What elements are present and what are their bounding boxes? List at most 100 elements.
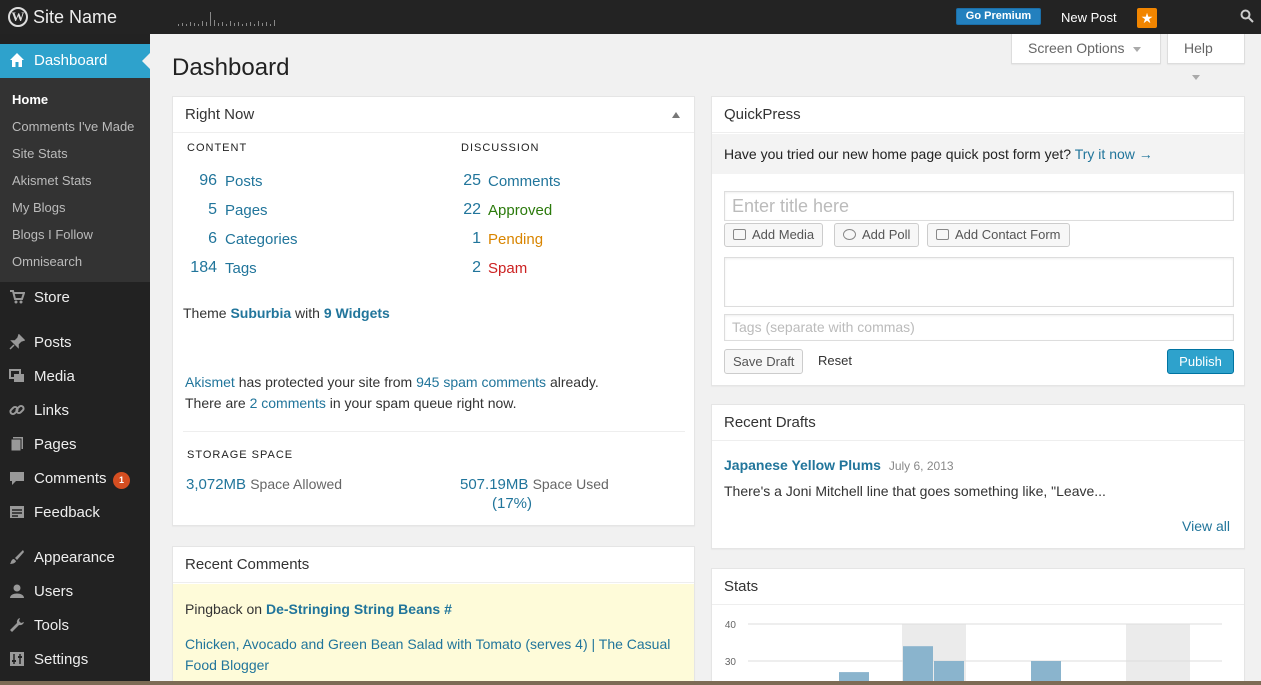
contact-form-icon xyxy=(936,229,949,240)
publish-button[interactable]: Publish xyxy=(1167,349,1234,374)
menu-links-label: Links xyxy=(34,402,70,419)
stats-chart: 40 30 xyxy=(725,620,1222,685)
menu-users[interactable]: Users xyxy=(0,575,150,609)
pending-count[interactable]: 1 xyxy=(441,230,481,248)
stats-bar[interactable] xyxy=(903,646,933,685)
akismet-link[interactable]: Akismet xyxy=(185,374,235,390)
recent-comments-header[interactable]: Recent Comments xyxy=(173,547,694,583)
comment-post-link[interactable]: De-Stringing String Beans # xyxy=(266,601,452,617)
submenu-site-stats[interactable]: Site Stats xyxy=(12,146,68,161)
draft-title-link[interactable]: Japanese Yellow Plums xyxy=(724,457,881,473)
submenu-blogs-follow[interactable]: Blogs I Follow xyxy=(12,227,93,242)
notifications-star-icon[interactable]: ★ xyxy=(1137,8,1157,28)
comments-count-badge: 1 xyxy=(113,472,130,489)
screen-options-button[interactable]: Screen Options xyxy=(1011,34,1161,64)
reset-button[interactable]: Reset xyxy=(818,353,852,368)
spam-count[interactable]: 2 xyxy=(441,259,481,277)
menu-media-label: Media xyxy=(34,368,75,385)
menu-posts[interactable]: Posts xyxy=(0,326,150,360)
paintbrush-icon xyxy=(10,550,24,564)
add-media-button[interactable]: Add Media xyxy=(724,223,824,247)
theme-with: with xyxy=(295,305,320,321)
menu-appearance-label: Appearance xyxy=(34,549,115,566)
admin-sidebar: Dashboard Home Comments I've Made Site S… xyxy=(0,34,150,685)
submenu-omnisearch[interactable]: Omnisearch xyxy=(12,254,82,269)
space-allowed-label: Space Allowed xyxy=(250,476,343,492)
right-now-header[interactable]: Right Now xyxy=(173,97,694,133)
posts-link[interactable]: Posts xyxy=(225,173,263,190)
pages-icon xyxy=(10,437,23,452)
menu-store-label: Store xyxy=(34,289,70,306)
add-contact-form-button[interactable]: Add Contact Form xyxy=(927,223,1070,247)
widgets-link[interactable]: 9 Widgets xyxy=(324,305,390,321)
quickpress-header[interactable]: QuickPress xyxy=(712,97,1244,133)
save-draft-button[interactable]: Save Draft xyxy=(724,349,804,374)
right-now-title: Right Now xyxy=(185,106,255,123)
menu-dashboard[interactable]: Dashboard xyxy=(0,44,150,78)
comments-count[interactable]: 25 xyxy=(441,172,481,190)
comment-item: Pingback on De-Stringing String Beans # … xyxy=(173,584,694,685)
menu-links[interactable]: Links xyxy=(0,394,150,428)
comments-link[interactable]: Comments xyxy=(488,173,561,190)
tags-input[interactable]: Tags (separate with commas) xyxy=(724,314,1234,341)
menu-pages-label: Pages xyxy=(34,436,77,453)
site-name-link[interactable]: Site Name xyxy=(33,7,117,28)
menu-posts-label: Posts xyxy=(34,334,72,351)
spam-link[interactable]: Spam xyxy=(488,260,527,277)
help-button[interactable]: Help xyxy=(1167,34,1245,80)
posts-count[interactable]: 96 xyxy=(177,172,217,190)
quickpress-widget: QuickPress Have you tried our new home p… xyxy=(711,96,1245,386)
add-poll-button[interactable]: Add Poll xyxy=(834,223,920,247)
space-used-value[interactable]: 507.19MB xyxy=(460,476,528,493)
theme-name-link[interactable]: Suburbia xyxy=(230,305,291,321)
new-post-link[interactable]: New Post xyxy=(1061,10,1117,25)
pages-link[interactable]: Pages xyxy=(225,202,268,219)
feedback-icon xyxy=(10,506,24,518)
recent-drafts-header[interactable]: Recent Drafts xyxy=(712,405,1244,441)
submenu-home[interactable]: Home xyxy=(12,92,48,107)
menu-tools[interactable]: Tools xyxy=(0,609,150,643)
title-input[interactable]: Enter title here xyxy=(724,191,1234,221)
menu-media[interactable]: Media xyxy=(0,360,150,394)
menu-comments[interactable]: Comments 1 xyxy=(0,462,150,496)
menu-settings[interactable]: Settings xyxy=(0,643,150,677)
bottom-edge xyxy=(0,681,1261,685)
tags-count[interactable]: 184 xyxy=(177,259,217,277)
stats-header[interactable]: Stats xyxy=(712,569,1244,605)
approved-link[interactable]: Approved xyxy=(488,202,552,219)
spam-queue-link[interactable]: 2 comments xyxy=(250,395,326,411)
settings-sliders-icon xyxy=(10,652,24,666)
wrench-icon xyxy=(10,618,24,632)
on-label: on xyxy=(246,601,263,617)
theme-line: Theme Suburbia with 9 Widgets xyxy=(183,305,390,321)
pages-count[interactable]: 5 xyxy=(177,201,217,219)
categories-count[interactable]: 6 xyxy=(177,230,217,248)
approved-count[interactable]: 22 xyxy=(441,201,481,219)
menu-appearance[interactable]: Appearance xyxy=(0,541,150,575)
collapse-arrow-icon[interactable] xyxy=(672,112,680,118)
space-used-percent[interactable]: (17%) xyxy=(492,495,532,512)
comment-excerpt-link[interactable]: Chicken, Avocado and Green Bean Salad wi… xyxy=(185,634,675,676)
spam-comments-link[interactable]: 945 spam comments xyxy=(416,374,546,390)
submenu-comments-made[interactable]: Comments I've Made xyxy=(12,119,134,134)
pushpin-icon xyxy=(9,334,25,350)
try-it-now-link[interactable]: Try it now → xyxy=(1075,146,1153,162)
quickpress-notice-text: Have you tried our new home page quick p… xyxy=(724,146,1072,162)
sparkline-icon[interactable] xyxy=(178,12,278,26)
menu-store[interactable]: Store xyxy=(0,281,150,315)
submenu-my-blogs[interactable]: My Blogs xyxy=(12,200,65,215)
submenu-akismet-stats[interactable]: Akismet Stats xyxy=(12,173,91,188)
right-now-widget: Right Now CONTENT DISCUSSION 96 Posts 5 … xyxy=(172,96,695,526)
menu-pages[interactable]: Pages xyxy=(0,428,150,462)
go-premium-button[interactable]: Go Premium xyxy=(956,8,1041,25)
wordpress-logo-icon[interactable]: W xyxy=(8,7,28,27)
content-textarea[interactable] xyxy=(724,257,1234,307)
view-all-link[interactable]: View all xyxy=(1182,518,1230,534)
search-icon[interactable] xyxy=(1240,9,1254,23)
tags-link[interactable]: Tags xyxy=(225,260,257,277)
pending-link[interactable]: Pending xyxy=(488,231,543,248)
quickpress-title: QuickPress xyxy=(724,106,801,123)
categories-link[interactable]: Categories xyxy=(225,231,298,248)
menu-feedback[interactable]: Feedback xyxy=(0,496,150,530)
space-allowed-value[interactable]: 3,072MB xyxy=(186,476,246,493)
